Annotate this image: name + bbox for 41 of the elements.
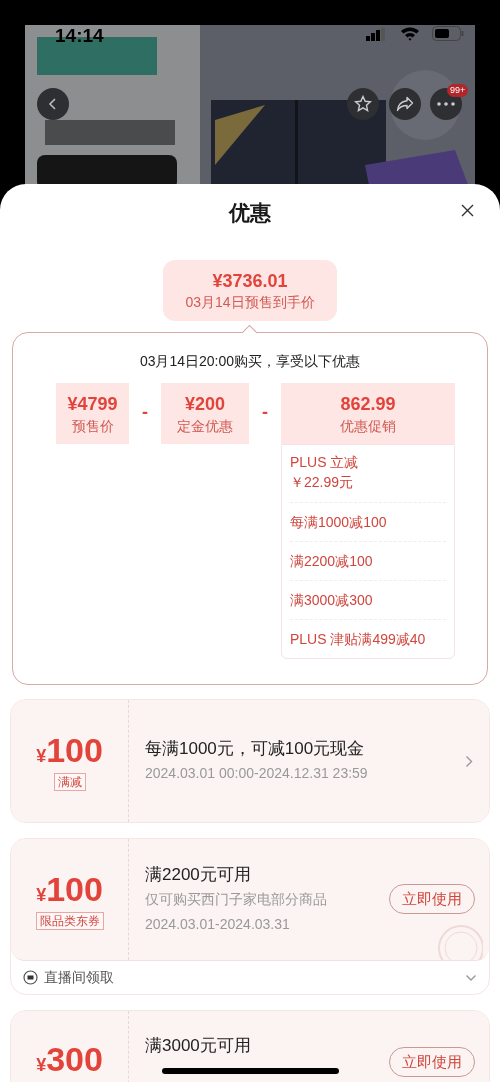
wifi-icon	[400, 26, 420, 41]
coupon-amount: 100	[46, 731, 103, 769]
chevron-down-icon[interactable]	[465, 973, 477, 982]
currency-symbol: ¥	[36, 1055, 47, 1077]
minus-sign: -	[142, 401, 148, 424]
live-icon	[23, 970, 38, 985]
final-price-label: 03月14日预售到手价	[185, 292, 315, 312]
promotion-item: 每满1000减100	[290, 503, 446, 542]
final-price: ¥3736.01	[212, 269, 288, 292]
coupon-tag: 满减	[53, 773, 86, 791]
coupon-title: 满2200元可用	[145, 863, 251, 886]
chevron-right-icon[interactable]	[465, 754, 473, 768]
term-amount: 862.99	[340, 392, 396, 416]
term-amount: ¥4799	[67, 392, 118, 416]
sheet-title: 优惠	[229, 200, 271, 227]
battery-icon	[432, 26, 464, 41]
signal-icon	[366, 28, 386, 41]
star-icon	[354, 95, 372, 113]
promotion-item: 满2200减100	[290, 542, 446, 581]
coupon-detail: 仅可购买西门子家电部分商品	[145, 889, 327, 909]
term-amount: ¥200	[184, 392, 225, 416]
coupon-tag: 限品类东券	[35, 911, 104, 930]
term-label: 预售价	[71, 416, 114, 436]
currency-symbol: ¥	[36, 746, 47, 768]
term-label: 优惠促销	[340, 416, 396, 436]
coupon-amount: 300	[46, 1040, 103, 1078]
currency-symbol: ¥	[36, 884, 47, 907]
promotion-item: PLUS 立减￥22.99元	[290, 445, 446, 503]
minus-sign: -	[262, 401, 268, 424]
more-icon	[437, 102, 455, 106]
coupon-title: 每满1000元，可减100元现金	[145, 737, 365, 760]
coupon-title: 满3000元可用	[145, 1035, 251, 1057]
coupon-detail: 2024.03.01 00:00-2024.12.31 23:59	[145, 763, 368, 783]
term-label: 定金优惠	[177, 416, 233, 436]
share-icon	[396, 96, 414, 112]
coupon-amount: 100	[46, 869, 103, 908]
breakdown-heading: 03月14日20:00购买，享受以下优惠	[138, 352, 362, 371]
promotion-item: PLUS 津贴满499减40	[290, 630, 427, 649]
coupon-detail: 2024.03.01-2024.03.31	[145, 914, 290, 934]
promotion-item: 满3000减300	[290, 581, 446, 620]
live-room-claim: 直播间领取	[44, 968, 114, 987]
